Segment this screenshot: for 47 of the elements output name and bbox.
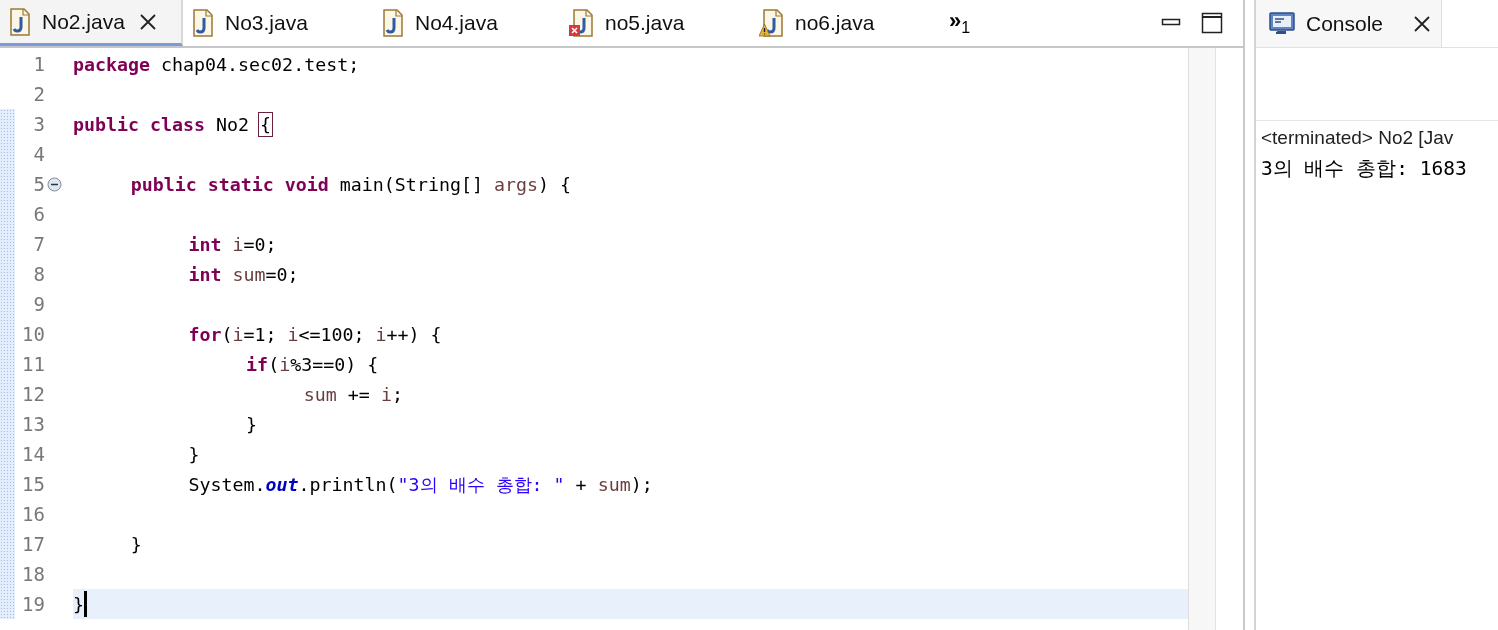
line-number: 9 (32, 293, 45, 315)
text-cursor (84, 591, 87, 617)
line-number: 16 (21, 503, 45, 525)
editor-tab[interactable]: No3.java (183, 0, 373, 46)
editor-tab[interactable]: No2.java (0, 0, 183, 46)
console-tab[interactable]: Console (1256, 0, 1442, 47)
collapse-icon[interactable] (47, 176, 62, 192)
line-number: 5 (32, 173, 45, 195)
editor-tab[interactable]: no6.java (753, 0, 943, 46)
editor-tab[interactable]: no5.java (563, 0, 753, 46)
line-number: 8 (32, 263, 45, 285)
line-number: 6 (32, 203, 45, 225)
line-number: 13 (21, 413, 45, 435)
line-number: 2 (32, 83, 45, 105)
code-line: if(i%3==0) { (245, 353, 379, 375)
monitor-icon (1268, 10, 1296, 37)
code-line: int i=0; (187, 233, 277, 255)
code-line: } (187, 443, 200, 465)
code-line: for(i=1; i<=100; i++) { (187, 323, 442, 345)
code-line: } (245, 413, 258, 435)
tab-overflow-button[interactable]: »$_{1}$ (943, 9, 977, 37)
close-icon[interactable] (138, 12, 157, 31)
console-header: <terminated> No2 [Jav (1260, 126, 1455, 150)
line-number: 18 (21, 563, 45, 585)
line-number: 1 (32, 53, 45, 75)
code-line: } (73, 593, 84, 615)
code-line: sum += i; (302, 383, 403, 405)
code-line: System.out.println("3의 배수 총합: " + sum); (187, 472, 653, 497)
code-line: } (129, 533, 142, 555)
line-number: 10 (21, 323, 45, 345)
maximize-icon[interactable] (1201, 12, 1223, 34)
code-line: int sum=0; (187, 263, 299, 285)
line-number: 3 (32, 113, 45, 135)
line-number: 14 (21, 443, 45, 465)
line-number: 7 (32, 233, 45, 255)
line-number: 19 (21, 593, 45, 615)
code-line: public class No2 { (73, 113, 272, 135)
code-line: public static void main(String[] args) { (129, 173, 571, 195)
line-number: 11 (21, 353, 45, 375)
line-number: 12 (21, 383, 45, 405)
line-number: 17 (21, 533, 45, 555)
line-number: 4 (32, 143, 45, 165)
code-line: package chap04.sec02.test; (73, 53, 360, 75)
line-number: 15 (21, 473, 45, 495)
console-output: 3의 배수 총합: 1683 (1260, 156, 1468, 182)
editor-tab[interactable]: No4.java (373, 0, 563, 46)
close-icon[interactable] (1413, 14, 1431, 33)
